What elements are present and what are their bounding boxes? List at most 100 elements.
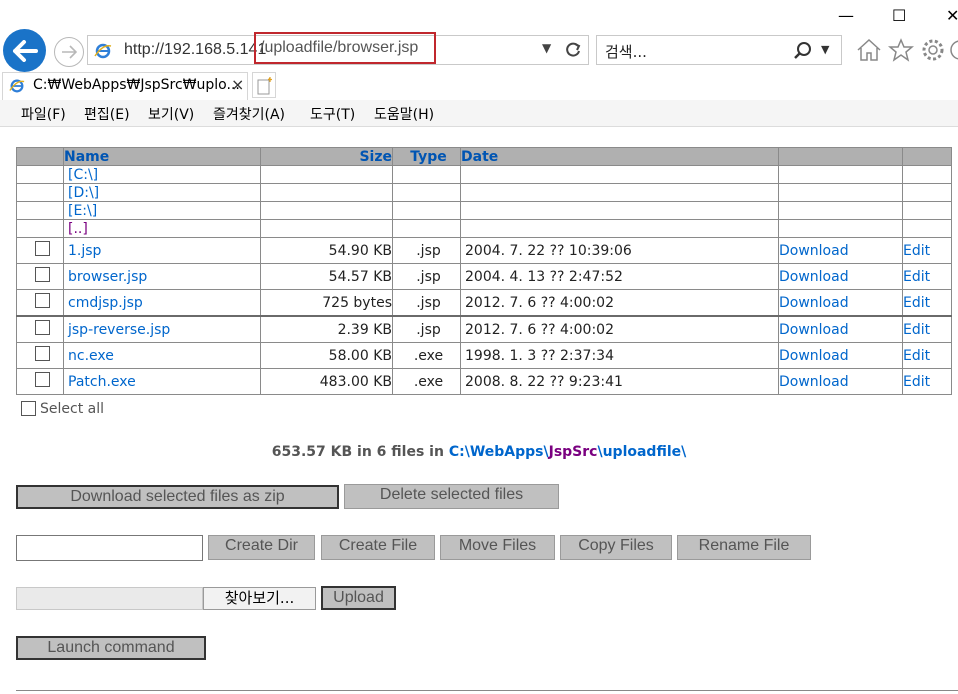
- search-input[interactable]: 검색... ▼: [596, 35, 842, 65]
- menu-tools[interactable]: 도구(T): [310, 104, 355, 124]
- forward-button[interactable]: [54, 37, 84, 67]
- table-row: jsp-reverse.jsp 2.39 KB .jsp 2012. 7. 6 …: [16, 315, 952, 343]
- home-icon[interactable]: [856, 38, 882, 62]
- new-tab-button[interactable]: [252, 72, 276, 98]
- file-checkbox[interactable]: [34, 346, 50, 361]
- copy-files-button[interactable]: Copy Files: [560, 535, 672, 560]
- table-row: nc.exe 58.00 KB .exe 1998. 1. 3 ?? 2:37:…: [16, 342, 952, 369]
- maximize-button[interactable]: ☐: [892, 6, 906, 25]
- menu-bar: 파일(F) 편집(E) 보기(V) 즐겨찾기(A) 도구(T) 도움말(H): [0, 100, 958, 127]
- edit-link[interactable]: Edit: [903, 322, 930, 338]
- dir-row: [..]: [16, 219, 952, 238]
- upload-button[interactable]: Upload: [321, 586, 396, 610]
- smiley-icon[interactable]: [948, 38, 958, 62]
- dropdown-arrow-icon[interactable]: ▼: [542, 41, 551, 55]
- header-type[interactable]: Type: [392, 147, 461, 166]
- file-type: .jsp: [392, 237, 461, 264]
- edit-link[interactable]: Edit: [903, 348, 930, 364]
- file-checkbox[interactable]: [34, 320, 50, 335]
- back-button[interactable]: [3, 29, 46, 72]
- browser-tab[interactable]: C:₩WebApps₩JspSrc₩uplo... ×: [2, 72, 248, 100]
- header-download-col: [778, 147, 903, 166]
- file-checkbox[interactable]: [34, 267, 50, 282]
- summary-line: 653.57 KB in 6 files in C:\WebApps\JspSr…: [0, 444, 958, 460]
- file-date: 2012. 7. 6 ?? 4:00:02: [460, 315, 779, 343]
- select-all-checkbox[interactable]: [21, 401, 36, 416]
- file-type: .jsp: [392, 263, 461, 290]
- file-name-link[interactable]: nc.exe: [68, 348, 114, 364]
- header-date[interactable]: Date: [460, 147, 779, 166]
- file-checkbox[interactable]: [34, 372, 50, 387]
- rename-file-button[interactable]: Rename File: [677, 535, 811, 560]
- favorites-star-icon[interactable]: [888, 38, 914, 62]
- header-name[interactable]: Name: [63, 147, 261, 166]
- edit-link[interactable]: Edit: [903, 374, 930, 390]
- file-checkbox[interactable]: [34, 293, 50, 308]
- search-dropdown-icon[interactable]: ▼: [821, 43, 829, 56]
- file-date: 2004. 4. 13 ?? 2:47:52: [460, 263, 779, 290]
- menu-help[interactable]: 도움말(H): [374, 104, 434, 124]
- refresh-icon[interactable]: [564, 41, 582, 59]
- name-input[interactable]: [16, 535, 203, 561]
- download-link[interactable]: Download: [779, 374, 849, 390]
- dir-link-parent[interactable]: [..]: [68, 221, 88, 237]
- path-segment-jspsrc[interactable]: JspSrc: [549, 444, 598, 460]
- tab-close-icon[interactable]: ×: [231, 75, 244, 94]
- download-link[interactable]: Download: [779, 295, 849, 311]
- delete-selected-button[interactable]: Delete selected files: [344, 484, 559, 509]
- download-link[interactable]: Download: [779, 269, 849, 285]
- file-type: .jsp: [392, 315, 461, 343]
- menu-file[interactable]: 파일(F): [21, 104, 66, 124]
- table-header-row: Name Size Type Date: [16, 147, 952, 166]
- edit-link[interactable]: Edit: [903, 269, 930, 285]
- arrow-right-icon: [62, 45, 77, 59]
- tab-title: C:₩WebApps₩JspSrc₩uplo...: [33, 77, 240, 93]
- download-link[interactable]: Download: [779, 322, 849, 338]
- minimize-button[interactable]: —: [838, 6, 854, 25]
- divider: [16, 690, 958, 691]
- path-segment-uploadfile[interactable]: \uploadfile\: [597, 444, 686, 460]
- file-path-field[interactable]: [16, 587, 203, 610]
- url-host: http://192.168.5.141: [124, 41, 267, 58]
- download-zip-button[interactable]: Download selected files as zip: [16, 485, 339, 509]
- launch-command-button[interactable]: Launch command: [16, 636, 206, 660]
- file-type: .exe: [392, 342, 461, 369]
- move-files-button[interactable]: Move Files: [440, 535, 555, 560]
- file-date: 2004. 7. 22 ?? 10:39:06: [460, 237, 779, 264]
- menu-favorites[interactable]: 즐겨찾기(A): [213, 104, 285, 124]
- search-icon[interactable]: [793, 41, 813, 61]
- browse-button[interactable]: 찾아보기...: [203, 587, 316, 610]
- dir-link-e[interactable]: [E:\]: [68, 203, 97, 219]
- download-link[interactable]: Download: [779, 348, 849, 364]
- file-name-link[interactable]: cmdjsp.jsp: [68, 295, 143, 311]
- table-row: browser.jsp 54.57 KB .jsp 2004. 4. 13 ??…: [16, 263, 952, 290]
- download-link[interactable]: Download: [779, 243, 849, 259]
- file-name-link[interactable]: 1.jsp: [68, 243, 101, 259]
- close-window-button[interactable]: ✕: [946, 6, 958, 25]
- summary-text: 653.57 KB in 6 files in: [271, 444, 449, 460]
- select-all-label: Select all: [40, 401, 104, 417]
- file-size: 2.39 KB: [260, 315, 393, 343]
- file-name-link[interactable]: jsp-reverse.jsp: [68, 322, 170, 338]
- create-file-button[interactable]: Create File: [321, 535, 435, 560]
- dir-link-c[interactable]: [C:\]: [68, 167, 98, 183]
- create-dir-button[interactable]: Create Dir: [208, 535, 315, 560]
- menu-edit[interactable]: 편집(E): [84, 104, 130, 124]
- gear-icon[interactable]: [920, 38, 946, 62]
- file-checkbox[interactable]: [34, 241, 50, 256]
- file-name-link[interactable]: Patch.exe: [68, 374, 136, 390]
- dir-link-d[interactable]: [D:\]: [68, 185, 99, 201]
- dir-row: [D:\]: [16, 183, 952, 202]
- file-size: 54.90 KB: [260, 237, 393, 264]
- dir-row: [E:\]: [16, 201, 952, 220]
- header-size[interactable]: Size: [260, 147, 393, 166]
- address-bar[interactable]: http://192.168.5.141 /uploadfile/browser…: [87, 32, 589, 65]
- edit-link[interactable]: Edit: [903, 243, 930, 259]
- file-size: 483.00 KB: [260, 368, 393, 395]
- table-row: cmdjsp.jsp 725 bytes .jsp 2012. 7. 6 ?? …: [16, 289, 952, 317]
- url-path: /uploadfile/browser.jsp: [254, 32, 436, 64]
- path-segment-root[interactable]: C:\WebApps\: [449, 444, 549, 460]
- edit-link[interactable]: Edit: [903, 295, 930, 311]
- file-name-link[interactable]: browser.jsp: [68, 269, 147, 285]
- menu-view[interactable]: 보기(V): [148, 104, 194, 124]
